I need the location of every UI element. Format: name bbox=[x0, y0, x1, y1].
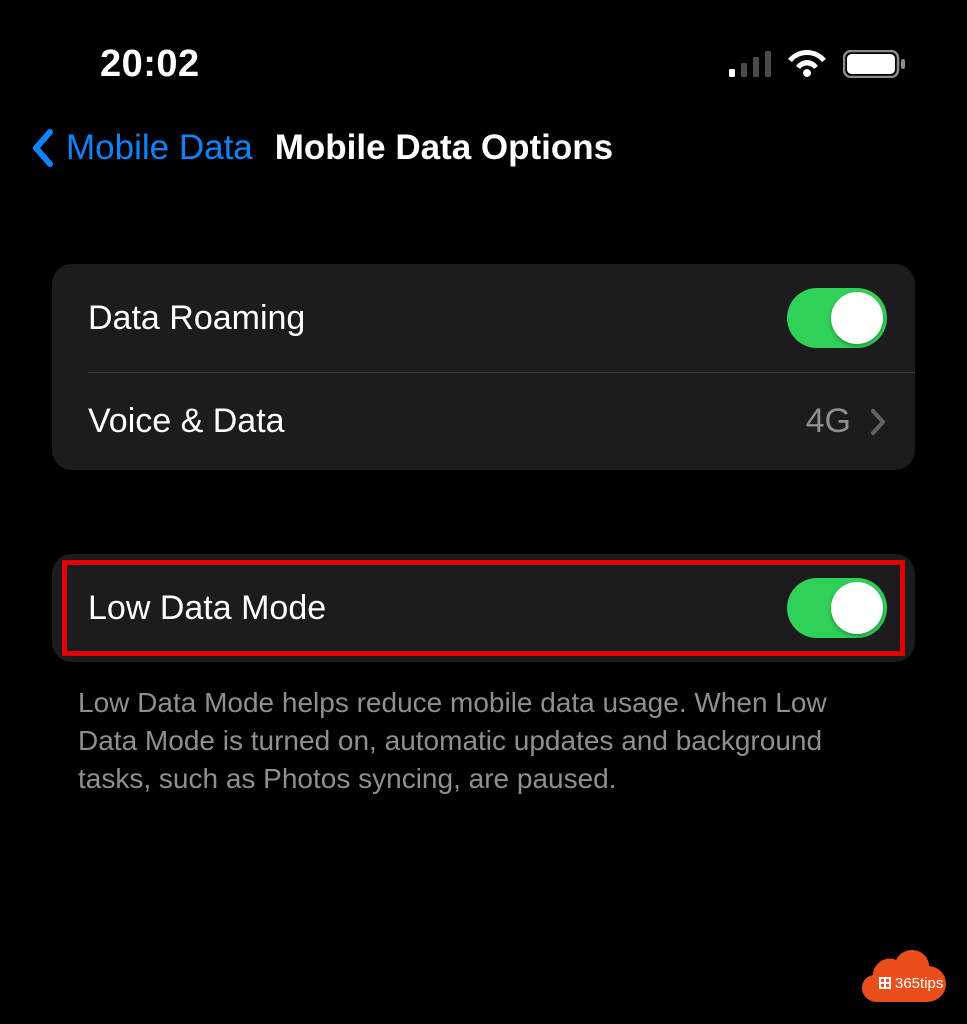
chevron-left-icon bbox=[31, 129, 53, 167]
low-data-mode-label: Low Data Mode bbox=[88, 589, 326, 628]
cellular-signal-icon bbox=[729, 51, 771, 77]
wifi-icon bbox=[785, 49, 829, 79]
nav-bar: Mobile Data Mobile Data Options bbox=[0, 90, 967, 168]
voice-data-label: Voice & Data bbox=[88, 402, 285, 441]
office-icon bbox=[879, 977, 891, 989]
page-title: Mobile Data Options bbox=[275, 128, 613, 168]
status-bar: 20:02 bbox=[0, 0, 967, 90]
data-roaming-toggle[interactable] bbox=[787, 288, 887, 348]
data-roaming-row: Data Roaming bbox=[52, 264, 915, 372]
status-time: 20:02 bbox=[100, 43, 200, 86]
low-data-mode-toggle[interactable] bbox=[787, 578, 887, 638]
toggle-knob bbox=[831, 292, 883, 344]
watermark-text: 365tips bbox=[895, 975, 943, 992]
settings-group-1: Data Roaming Voice & Data 4G bbox=[52, 264, 915, 470]
status-icons bbox=[729, 49, 907, 79]
back-button[interactable] bbox=[30, 130, 54, 166]
battery-icon bbox=[843, 50, 907, 78]
low-data-mode-row: Low Data Mode bbox=[52, 554, 915, 662]
voice-data-row[interactable]: Voice & Data 4G bbox=[88, 372, 915, 470]
toggle-knob bbox=[831, 582, 883, 634]
back-label[interactable]: Mobile Data bbox=[66, 128, 253, 168]
data-roaming-label: Data Roaming bbox=[88, 299, 305, 338]
voice-data-right: 4G bbox=[806, 402, 887, 441]
low-data-mode-description: Low Data Mode helps reduce mobile data u… bbox=[78, 684, 889, 797]
settings-group-2: Low Data Mode bbox=[52, 554, 915, 662]
watermark: 365tips bbox=[859, 946, 949, 1006]
voice-data-value: 4G bbox=[806, 402, 851, 441]
chevron-right-icon bbox=[869, 408, 887, 436]
